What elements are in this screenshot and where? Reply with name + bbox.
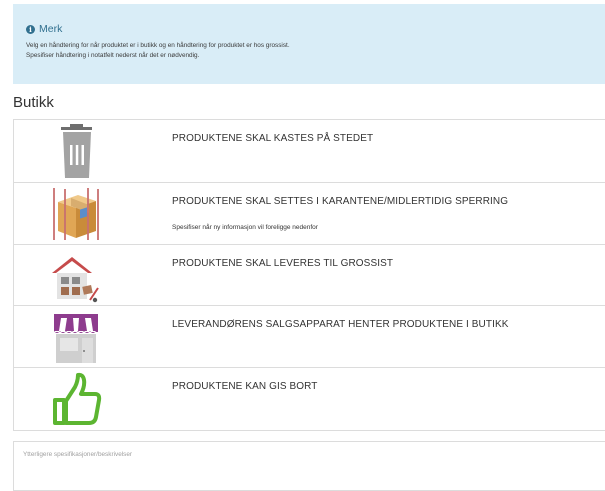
section-title: Butikk [13, 94, 54, 111]
info-text-line-1: Velg en håndtering for når produktet er … [26, 42, 290, 49]
handling-options-list: PRODUKTENE SKAL KASTES PÅ STEDET PRODUKT… [13, 119, 605, 431]
warehouse-icon [52, 257, 99, 303]
info-text-line-2: Spesifiser håndtering i notatfelt neders… [26, 52, 200, 59]
trash-can-icon [61, 124, 92, 178]
option-label: PRODUKTENE SKAL LEVERES TIL GROSSIST [172, 258, 394, 269]
option-quarantine[interactable]: PRODUKTENE SKAL SETTES I KARANTENE/MIDLE… [14, 182, 605, 244]
notes-textarea[interactable] [13, 441, 605, 491]
option-discard[interactable]: PRODUKTENE SKAL KASTES PÅ STEDET [14, 120, 605, 182]
option-label: PRODUKTENE KAN GIS BORT [172, 381, 318, 392]
option-label: PRODUKTENE SKAL KASTES PÅ STEDET [172, 133, 374, 144]
option-return-to-wholesaler[interactable]: PRODUKTENE SKAL LEVERES TIL GROSSIST [14, 244, 605, 305]
info-heading: i Merk [26, 23, 605, 35]
quarantine-box-icon [53, 188, 99, 240]
option-supplier-pickup[interactable]: LEVERANDØRENS SALGSAPPARAT HENTER PRODUK… [14, 305, 605, 367]
option-label: PRODUKTENE SKAL SETTES I KARANTENE/MIDLE… [172, 196, 509, 207]
option-sublabel: Spesifiser når ny informasjon vil foreli… [172, 224, 318, 231]
option-give-away[interactable]: PRODUKTENE KAN GIS BORT [14, 367, 605, 432]
storefront-icon [54, 314, 98, 363]
thumbs-up-icon [53, 372, 102, 425]
info-title: Merk [39, 23, 63, 35]
option-label: LEVERANDØRENS SALGSAPPARAT HENTER PRODUK… [172, 319, 509, 330]
info-circle-icon: i [26, 24, 35, 34]
info-alert: i Merk Velg en håndtering for når produk… [13, 4, 605, 84]
